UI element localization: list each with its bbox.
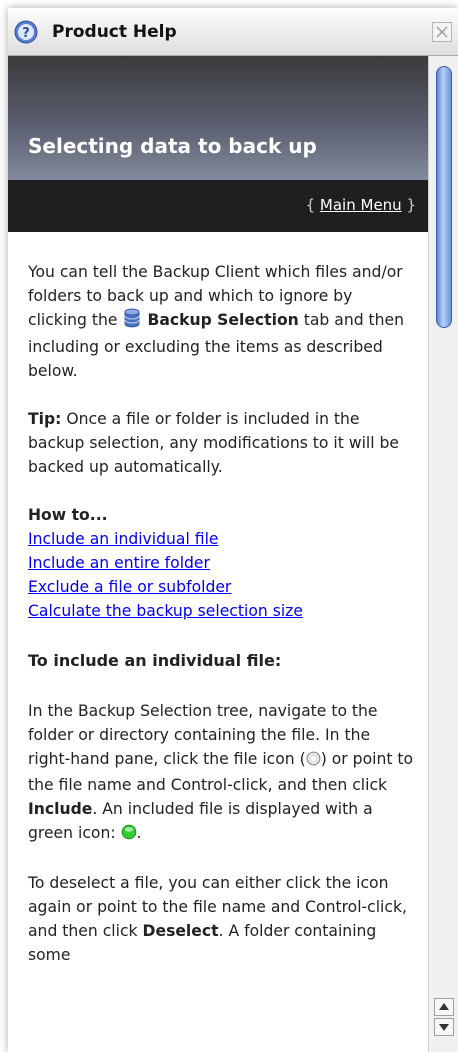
main-menu-link[interactable]: Main Menu xyxy=(320,196,402,214)
tip-paragraph: Tip: Once a file or folder is included i… xyxy=(28,407,414,479)
window-title: Product Help xyxy=(52,22,177,42)
nav-open-brace: { xyxy=(305,196,320,214)
link-include-file[interactable]: Include an individual file xyxy=(28,530,219,548)
tip-label: Tip: xyxy=(28,410,62,428)
title-bar[interactable]: ? Product Help xyxy=(8,8,458,56)
scroll-thumb[interactable] xyxy=(436,66,452,328)
intro-paragraph: You can tell the Backup Client which fil… xyxy=(28,260,414,383)
link-include-folder[interactable]: Include an entire folder xyxy=(28,554,210,572)
help-icon: ? xyxy=(14,20,38,44)
arrow-down-icon xyxy=(439,1024,449,1031)
help-body: You can tell the Backup Client which fil… xyxy=(8,232,428,967)
section-heading-include-file: To include an individual file: xyxy=(28,651,282,670)
link-calculate-size[interactable]: Calculate the backup selection size xyxy=(28,602,303,620)
nav-close-brace: } xyxy=(401,196,416,214)
arrow-up-icon xyxy=(439,1003,449,1010)
help-content-viewport[interactable]: Selecting data to back up { Main Menu } … xyxy=(8,56,428,1052)
howto-section: How to... Include an individual file Inc… xyxy=(28,503,414,623)
svg-text:?: ? xyxy=(22,26,30,41)
nav-bar: { Main Menu } xyxy=(8,180,428,232)
help-window: ? Product Help Selecting data to back up… xyxy=(8,8,458,1052)
unselected-radio-icon xyxy=(306,749,321,773)
backup-selection-tab-name: Backup Selection xyxy=(147,311,299,329)
database-icon xyxy=(124,308,140,335)
scroll-down-button[interactable] xyxy=(434,1018,454,1036)
scroll-up-button[interactable] xyxy=(434,998,454,1016)
page-title: Selecting data to back up xyxy=(28,134,317,158)
include-file-paragraph: In the Backup Selection tree, navigate t… xyxy=(28,699,414,847)
close-icon xyxy=(436,26,448,38)
close-button[interactable] xyxy=(432,22,452,42)
include-text-d: . xyxy=(136,824,142,842)
include-keyword: Include xyxy=(28,800,93,818)
tip-text: Once a file or folder is included in the… xyxy=(28,410,400,476)
vertical-scrollbar[interactable] xyxy=(428,56,458,1052)
included-green-icon xyxy=(121,823,137,847)
howto-heading: How to... xyxy=(28,506,108,524)
deselect-paragraph: To deselect a file, you can either click… xyxy=(28,871,414,967)
page-header: Selecting data to back up xyxy=(8,56,428,180)
link-exclude[interactable]: Exclude a file or subfolder xyxy=(28,578,231,596)
deselect-keyword: Deselect xyxy=(142,922,219,940)
